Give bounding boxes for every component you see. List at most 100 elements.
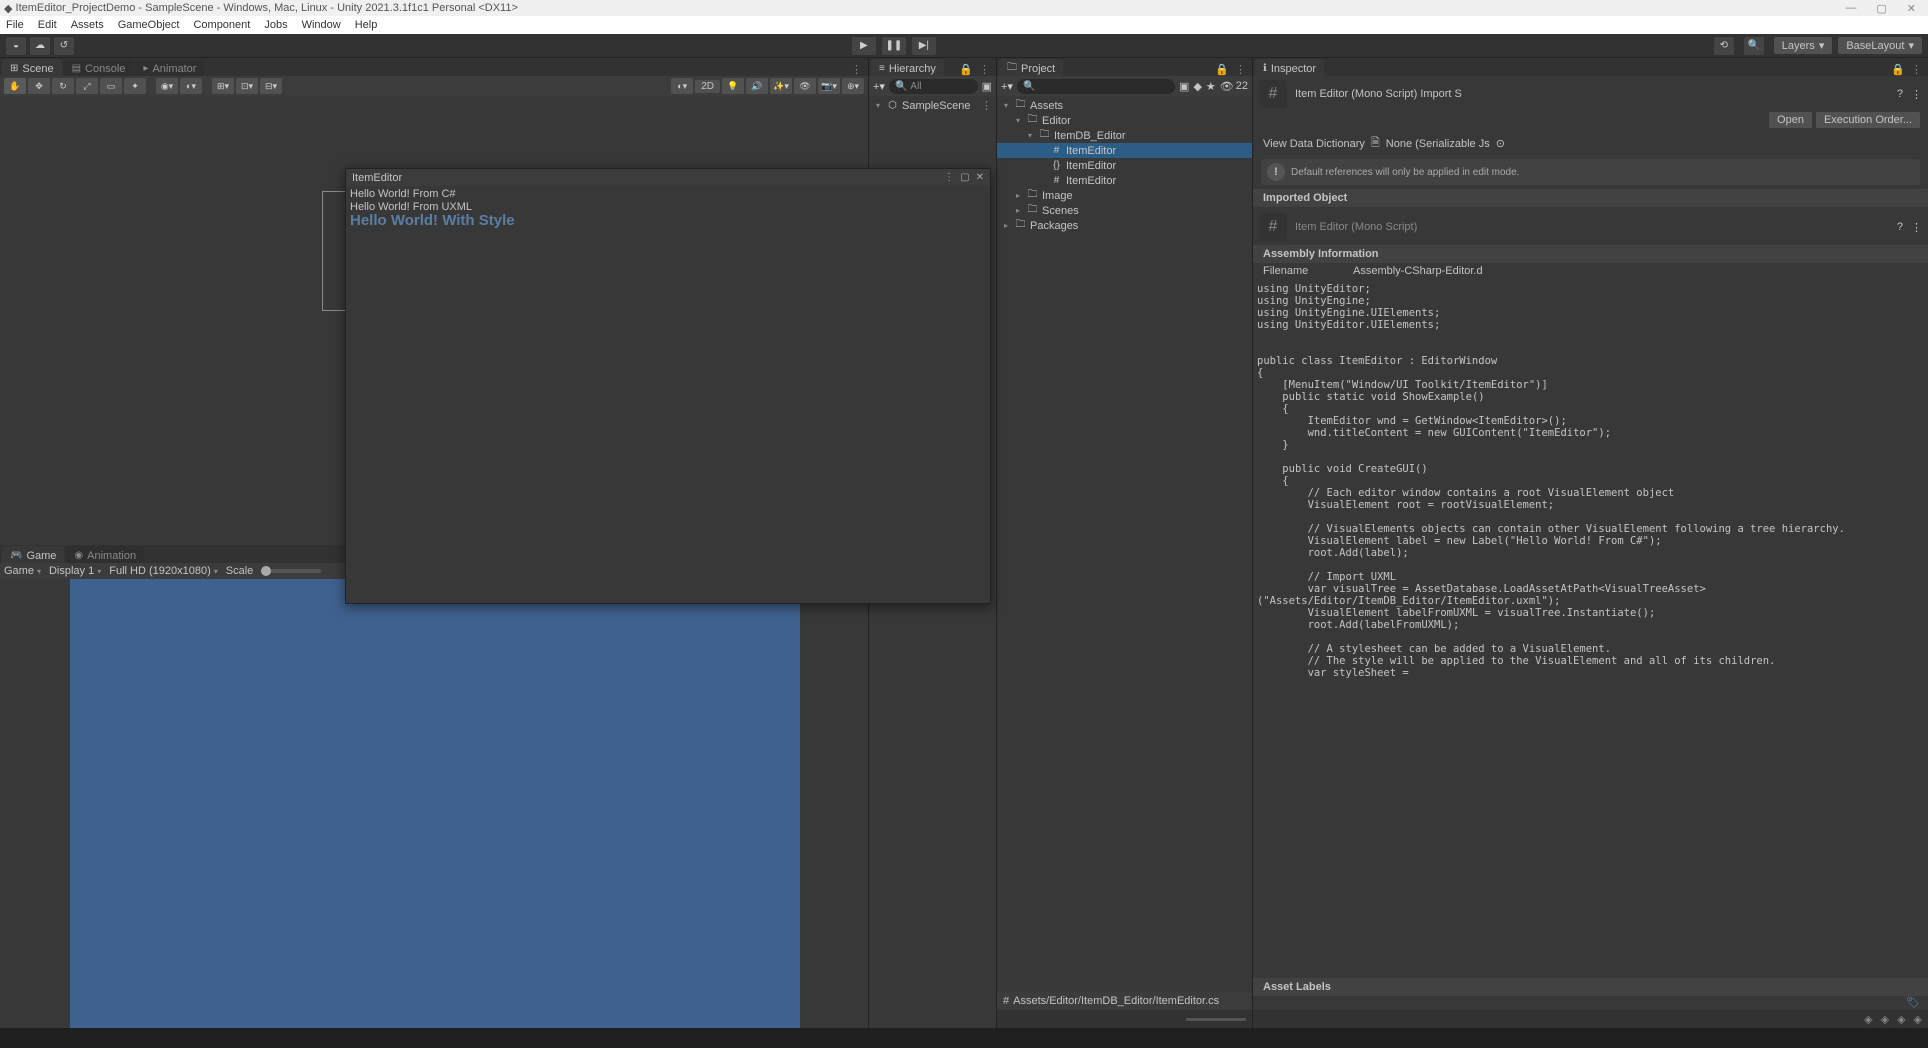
panel-menu-icon[interactable]: ⋮ — [944, 172, 954, 183]
tab-console[interactable]: ▤Console — [64, 59, 134, 76]
object-picker-icon[interactable]: ⊙ — [1496, 137, 1505, 150]
hidden-packages-icon[interactable]: 👁22 — [1220, 80, 1248, 93]
serializable-field[interactable]: None (Serializable Js — [1386, 138, 1490, 150]
grid-snap-icon[interactable]: ⊞▾ — [212, 78, 234, 94]
project-tree-row[interactable]: ▸🗀Scenes — [997, 203, 1252, 218]
help-icon[interactable]: ? — [1897, 88, 1903, 100]
project-tree-row[interactable]: ▸🗀Image — [997, 188, 1252, 203]
menu-jobs[interactable]: Jobs — [264, 19, 287, 31]
tab-inspector[interactable]: ℹInspector — [1255, 59, 1324, 76]
lock-icon[interactable]: 🔒 — [1215, 63, 1229, 76]
expand-arrow-icon[interactable]: ▾ — [873, 101, 883, 110]
audio-icon[interactable]: 🔊 — [746, 78, 768, 94]
menu-help[interactable]: Help — [355, 19, 378, 31]
close-icon[interactable]: ✕ — [1907, 2, 1916, 15]
project-tree-row[interactable]: #ItemEditor — [997, 173, 1252, 188]
snap-increment-icon[interactable]: ⊡▾ — [236, 78, 258, 94]
undo-history-icon[interactable]: ⟲ — [1714, 37, 1734, 55]
maximize-icon[interactable]: ▢ — [1876, 2, 1886, 15]
panel-menu-icon[interactable]: ⋮ — [981, 99, 996, 112]
panel-menu-icon[interactable]: ⋮ — [1911, 88, 1922, 101]
play-button[interactable]: ▶ — [852, 37, 876, 55]
expand-arrow-icon[interactable]: ▸ — [1013, 206, 1023, 215]
move-tool-icon[interactable]: ✥ — [28, 78, 50, 94]
pause-button[interactable]: ❚❚ — [882, 37, 906, 55]
minimize-icon[interactable]: — — [1845, 2, 1856, 15]
rotate-tool-icon[interactable]: ↻ — [52, 78, 74, 94]
menu-window[interactable]: Window — [302, 19, 341, 31]
hidden-icon[interactable]: 👁 — [794, 78, 816, 94]
close-icon[interactable]: ✕ — [976, 172, 984, 183]
hand-tool-icon[interactable]: ✋ — [4, 78, 26, 94]
project-tree-row[interactable]: #ItemEditor — [997, 143, 1252, 158]
local-toggle[interactable]: ◐▾ — [180, 78, 202, 94]
project-tree-row[interactable]: ▾🗀Editor — [997, 113, 1252, 128]
game-target-dropdown[interactable]: Game — [4, 565, 41, 577]
project-tree-row[interactable]: ▸🗀Packages — [997, 218, 1252, 233]
resolution-dropdown[interactable]: Full HD (1920x1080) — [109, 565, 218, 577]
scale-tool-icon[interactable]: ⤢ — [76, 78, 98, 94]
layers-dropdown[interactable]: Layers▾ — [1774, 37, 1833, 54]
menu-assets[interactable]: Assets — [71, 19, 104, 31]
layout-dropdown[interactable]: BaseLayout▾ — [1838, 37, 1922, 54]
execution-order-button[interactable]: Execution Order... — [1816, 112, 1920, 128]
camera-icon[interactable]: 📷▾ — [818, 78, 840, 94]
pivot-toggle[interactable]: ◉▾ — [156, 78, 178, 94]
tab-game[interactable]: 🎮Game — [2, 546, 64, 563]
account-icon[interactable]: ◒ — [6, 37, 26, 55]
tab-project[interactable]: 🗀Project — [999, 59, 1063, 76]
expand-arrow-icon[interactable]: ▾ — [1025, 131, 1035, 140]
create-dropdown[interactable]: +▾ — [1001, 80, 1013, 93]
save-search-icon[interactable]: ★ — [1206, 80, 1216, 93]
project-search[interactable]: 🔍 — [1017, 79, 1175, 94]
project-tree-row[interactable]: {}ItemEditor — [997, 158, 1252, 173]
itemeditor-window[interactable]: ItemEditor ⋮ ▢ ✕ Hello World! From C# He… — [345, 168, 991, 604]
ab-icon[interactable]: ◈ — [1914, 1013, 1922, 1026]
tab-scene[interactable]: ⊞Scene — [2, 59, 62, 76]
create-dropdown[interactable]: +▾ — [873, 80, 885, 93]
panel-menu-icon[interactable]: ⋮ — [1911, 221, 1922, 234]
expand-arrow-icon[interactable]: ▸ — [1001, 221, 1011, 230]
snap-toggle-icon[interactable]: ⊟▾ — [260, 78, 282, 94]
tab-hierarchy[interactable]: ≡Hierarchy — [871, 59, 944, 76]
expand-arrow-icon[interactable]: ▾ — [1013, 116, 1023, 125]
scale-slider[interactable] — [261, 569, 321, 573]
lock-icon[interactable]: 🔒 — [959, 63, 973, 76]
maximize-icon[interactable]: ▢ — [960, 172, 969, 183]
draw-mode-icon[interactable]: ◐▾ — [671, 78, 693, 94]
display-dropdown[interactable]: Display 1 — [49, 565, 101, 577]
hierarchy-scene-row[interactable]: ▾ ⬡ SampleScene ⋮ — [869, 98, 996, 113]
cloud-icon[interactable]: ☁ — [30, 37, 50, 55]
tab-animator[interactable]: ▸Animator — [135, 59, 204, 76]
scene-picker-icon[interactable]: ▣ — [982, 80, 992, 93]
filter-by-label-icon[interactable]: ◆ — [1193, 80, 1201, 93]
floating-window-titlebar[interactable]: ItemEditor ⋮ ▢ ✕ — [346, 169, 990, 186]
fx-icon[interactable]: ✨▾ — [770, 78, 792, 94]
label-picker-icon[interactable]: 🏷 — [1906, 996, 1920, 1010]
tab-animation[interactable]: ◉Animation — [66, 546, 144, 563]
panel-menu-icon[interactable]: ⋮ — [979, 63, 990, 76]
panel-menu-icon[interactable]: ⋮ — [851, 63, 862, 76]
gizmos-icon[interactable]: ⊕▾ — [842, 78, 864, 94]
menu-component[interactable]: Component — [193, 19, 250, 31]
project-thumbnail-slider[interactable] — [997, 1010, 1252, 1028]
rect-tool-icon[interactable]: ▭ — [100, 78, 122, 94]
menu-edit[interactable]: Edit — [38, 19, 57, 31]
open-button[interactable]: Open — [1769, 112, 1812, 128]
panel-menu-icon[interactable]: ⋮ — [1235, 63, 1246, 76]
lock-icon[interactable]: 🔒 — [1891, 63, 1905, 76]
menu-gameobject[interactable]: GameObject — [118, 19, 180, 31]
hierarchy-search[interactable]: 🔍All — [889, 79, 978, 94]
ab-icon[interactable]: ◈ — [1897, 1013, 1905, 1026]
lighting-icon[interactable]: 💡 — [722, 78, 744, 94]
menu-file[interactable]: File — [6, 19, 24, 31]
expand-arrow-icon[interactable]: ▸ — [1013, 191, 1023, 200]
help-icon[interactable]: ? — [1897, 221, 1903, 233]
panel-menu-icon[interactable]: ⋮ — [1911, 63, 1922, 76]
expand-arrow-icon[interactable]: ▾ — [1001, 101, 1011, 110]
2d-toggle[interactable]: 2D — [695, 80, 720, 93]
ab-icon[interactable]: ◈ — [1864, 1013, 1872, 1026]
search-icon[interactable]: 🔍 — [1744, 37, 1764, 55]
history-icon[interactable]: ↺ — [54, 37, 74, 55]
filter-by-type-icon[interactable]: ▣ — [1179, 80, 1189, 93]
